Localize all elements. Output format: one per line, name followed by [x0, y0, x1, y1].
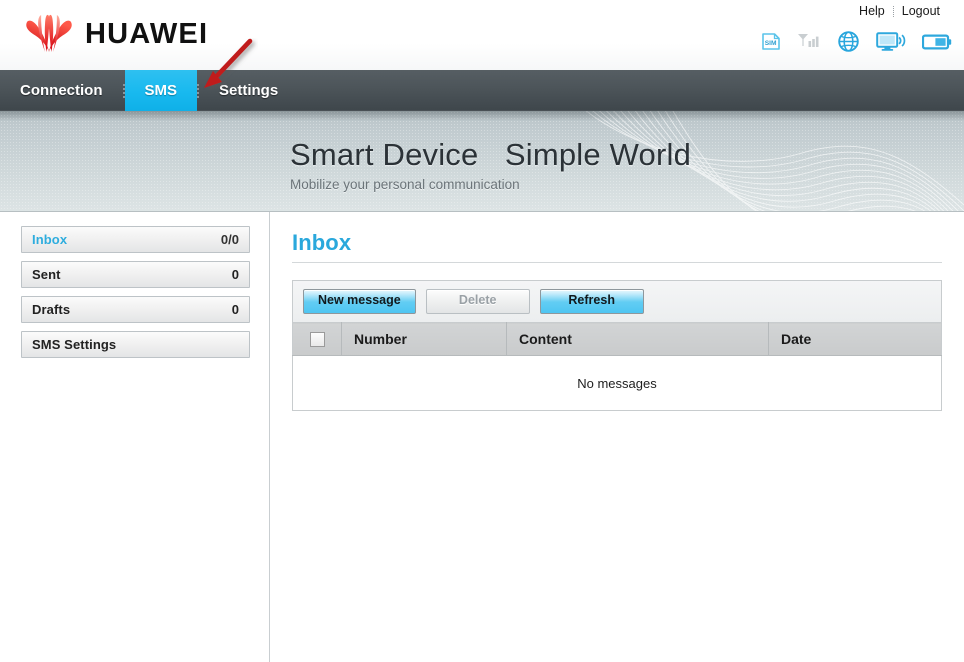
banner-title: Smart Device Simple World	[290, 137, 692, 172]
title-divider	[292, 262, 942, 263]
sms-sidebar: Inbox 0/0 Sent 0 Drafts 0 SMS Settings	[0, 212, 270, 662]
new-message-button[interactable]: New message	[303, 289, 416, 314]
empty-state-text: No messages	[292, 355, 942, 411]
nav-tab-connection[interactable]: Connection	[0, 70, 123, 111]
svg-text:SIM: SIM	[765, 40, 777, 47]
sidebar-item-label: SMS Settings	[32, 337, 117, 352]
refresh-button[interactable]: Refresh	[539, 289, 644, 314]
logout-link[interactable]: Logout	[894, 4, 948, 18]
page-title: Inbox	[292, 230, 352, 255]
signal-strength-icon	[797, 32, 821, 56]
help-link[interactable]: Help	[851, 4, 893, 18]
banner-top-shade	[0, 111, 964, 121]
sidebar-item-count: 0/0	[220, 232, 239, 247]
brand-name: HUAWEI	[85, 17, 209, 50]
main-navigation: Connection SMS Settings	[0, 70, 964, 114]
main-panel: Inbox New message Delete Refresh Number …	[270, 212, 964, 662]
sidebar-item-count: 0	[231, 302, 239, 317]
table-empty-row: No messages	[292, 355, 942, 411]
column-header-content: Content	[506, 322, 769, 356]
battery-icon	[921, 33, 952, 56]
status-icon-bar: SIM	[761, 30, 952, 58]
sidebar-item-sms-settings[interactable]: SMS Settings	[21, 331, 250, 358]
column-header-number: Number	[341, 322, 507, 356]
sidebar-item-inbox[interactable]: Inbox 0/0	[21, 226, 250, 253]
huawei-flower-icon	[22, 12, 76, 56]
delete-button: Delete	[425, 289, 530, 314]
wifi-monitor-icon	[876, 31, 906, 57]
huawei-logo: HUAWEI	[22, 10, 208, 58]
message-toolbar: New message Delete Refresh	[292, 280, 942, 322]
sidebar-item-label: Drafts	[32, 302, 71, 317]
nav-tab-settings[interactable]: Settings	[199, 70, 298, 111]
hero-banner: Smart Device Simple World Mobilize your …	[0, 111, 964, 212]
sidebar-item-drafts[interactable]: Drafts 0	[21, 296, 250, 323]
column-header-date: Date	[768, 322, 942, 356]
select-all-checkbox[interactable]	[309, 332, 325, 348]
sidebar-item-label: Sent	[32, 267, 61, 282]
globe-network-icon	[837, 30, 860, 58]
sidebar-item-label: Inbox	[32, 232, 68, 247]
sidebar-item-sent[interactable]: Sent 0	[21, 261, 250, 288]
page-header: HUAWEI Help Logout SIM	[0, 0, 964, 70]
select-all-header	[292, 322, 342, 356]
table-header-row: Number Content Date	[292, 322, 942, 356]
banner-text-block: Smart Device Simple World Mobilize your …	[290, 137, 691, 192]
table-body: No messages	[292, 355, 942, 411]
nav-tab-sms[interactable]: SMS	[124, 70, 198, 111]
sim-card-icon: SIM	[761, 32, 781, 56]
table-header: Number Content Date	[292, 322, 942, 356]
sidebar-item-count: 0	[231, 267, 239, 282]
banner-subtitle: Mobilize your personal communication	[290, 177, 520, 192]
messages-table: Number Content Date No messages	[292, 322, 942, 411]
content-area: Inbox 0/0 Sent 0 Drafts 0 SMS Settings I…	[0, 212, 964, 662]
header-links: Help Logout	[851, 4, 948, 18]
